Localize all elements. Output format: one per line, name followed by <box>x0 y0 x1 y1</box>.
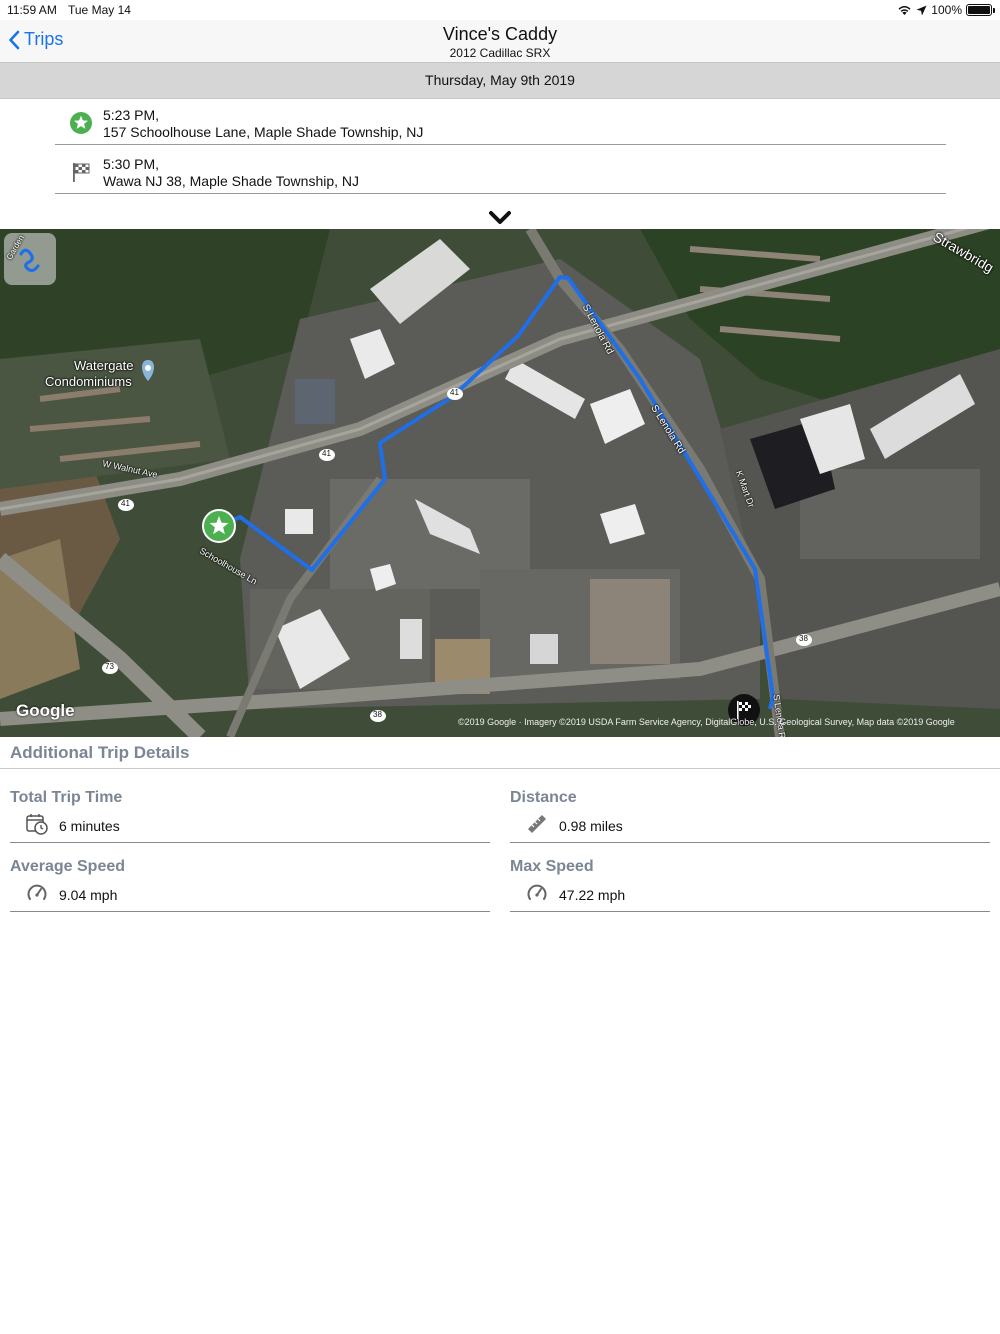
satellite-imagery <box>0 229 1000 737</box>
distance-value: 0.98 miles <box>559 818 623 834</box>
max-speed-label: Max Speed <box>510 858 594 875</box>
details-section-title: Additional Trip Details <box>10 743 190 762</box>
google-logo: Google <box>16 701 75 720</box>
total-trip-time-value: 6 minutes <box>59 818 120 834</box>
page-subtitle: 2012 Cadillac SRX <box>449 46 551 60</box>
nav-bar: Trips Vince's Caddy 2012 Cadillac SRX <box>0 20 1000 62</box>
distance-cell: Distance 0.98 miles <box>510 773 990 843</box>
total-trip-time-label: Total Trip Time <box>10 789 123 806</box>
route-shield-73: 73 <box>105 662 114 671</box>
start-time: 5:23 PM, <box>103 107 160 123</box>
wifi-icon <box>898 6 911 15</box>
map-label-watergate: Watergate <box>74 358 134 373</box>
max-speed-value: 47.22 mph <box>559 887 626 903</box>
max-speed-cell: Max Speed 47.22 mph <box>510 842 990 912</box>
route-shield-41a: 41 <box>450 388 459 397</box>
battery-icon <box>966 4 995 16</box>
speedometer-icon <box>527 884 547 900</box>
location-arrow-icon <box>916 5 927 15</box>
speedometer-icon <box>27 884 47 900</box>
map-tool-button[interactable]: Garden <box>4 233 56 285</box>
average-speed-label: Average Speed <box>10 858 126 875</box>
distance-label: Distance <box>510 789 577 806</box>
map-copyright: ©2019 Google · Imagery ©2019 USDA Farm S… <box>458 717 955 727</box>
route-shield-41c: 41 <box>121 499 130 508</box>
trip-end-row: 5:30 PM, Wawa NJ 38, Maple Shade Townshi… <box>55 148 946 194</box>
ruler-icon <box>528 815 546 833</box>
route-shield-38a: 38 <box>373 710 382 719</box>
start-address: 157 Schoolhouse Lane, Maple Shade Townsh… <box>103 124 424 140</box>
page-title: Vince's Caddy <box>442 24 558 44</box>
status-right: 100% <box>897 3 995 17</box>
checkered-flag-icon <box>73 163 90 182</box>
average-speed-value: 9.04 mph <box>59 887 118 903</box>
trip-map[interactable]: 41 41 41 73 38 38 Watergate Condominiums… <box>0 229 1000 737</box>
total-trip-time-cell: Total Trip Time 6 minutes <box>10 773 490 843</box>
end-address: Wawa NJ 38, Maple Shade Township, NJ <box>103 173 360 189</box>
map-label-condominiums: Condominiums <box>45 374 132 389</box>
chevron-down-icon[interactable] <box>488 210 512 226</box>
status-time: 11:59 AM <box>7 3 57 17</box>
calendar-clock-icon <box>26 814 48 835</box>
end-time: 5:30 PM, <box>103 156 160 172</box>
status-bar: 11:59 AM Tue May 14 100% <box>0 0 1000 20</box>
start-star-icon <box>70 112 92 134</box>
trip-date-header: Thursday, May 9th 2019 <box>0 62 1000 99</box>
divider <box>0 768 1000 769</box>
battery-percent: 100% <box>931 3 962 17</box>
route-shield-38b: 38 <box>799 634 808 643</box>
trip-start-row: 5:23 PM, 157 Schoolhouse Lane, Maple Sha… <box>55 99 946 145</box>
route-shield-41b: 41 <box>322 449 331 458</box>
map-start-marker-icon <box>202 509 236 543</box>
average-speed-cell: Average Speed 9.04 mph <box>10 842 490 912</box>
status-date: Tue May 14 <box>68 3 131 17</box>
